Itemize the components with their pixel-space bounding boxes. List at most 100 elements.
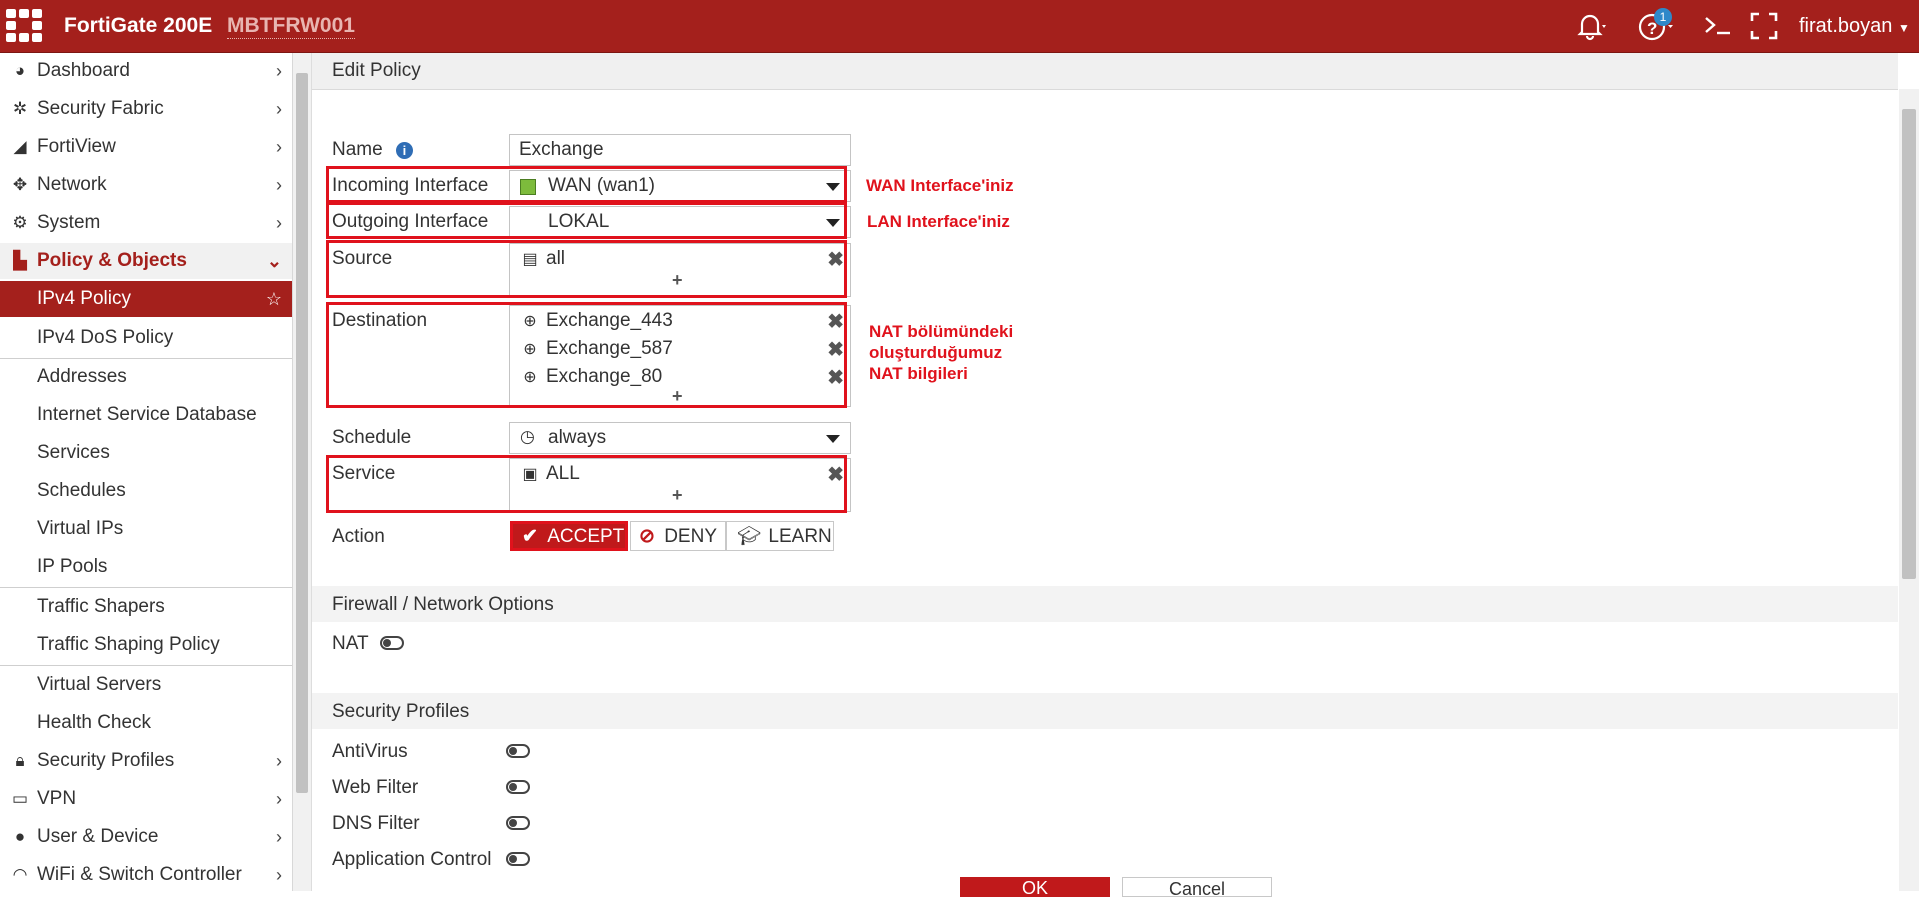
remove-icon[interactable]: ✖ (827, 247, 844, 272)
sidebar-item-services[interactable]: Services (0, 435, 292, 471)
sidebar-item-system[interactable]: ⚙ System › (0, 205, 292, 241)
accept-button[interactable]: ✔ ACCEPT (510, 521, 628, 551)
sidebar-item-ipv4-policy[interactable]: IPv4 Policy ☆ (0, 281, 292, 317)
list-item: ▤ all (520, 248, 565, 270)
sidebar-item-traffic-shaping-policy[interactable]: Traffic Shaping Policy (0, 627, 292, 663)
incoming-interface-select[interactable]: WAN (wan1) (509, 170, 851, 202)
gear-icon: ⚙ (12, 213, 28, 232)
sidebar-item-virtual-ips[interactable]: Virtual IPs (0, 511, 292, 547)
clock-icon: ◷ (520, 427, 535, 446)
deny-icon: ⊘ (639, 526, 655, 547)
service-icon: ▣ (522, 466, 538, 483)
lock-icon: 🔒︎ (15, 751, 25, 770)
sidebar-item-policy-objects[interactable]: ▙ Policy & Objects ⌄ (0, 243, 292, 279)
service-label: Service (332, 463, 396, 484)
sidebar-item-wifi-switch-controller[interactable]: ◠ WiFi & Switch Controller › (0, 857, 292, 891)
add-icon[interactable]: + (672, 270, 683, 291)
wifi-icon: ◠ (12, 865, 28, 884)
outgoing-interface-select[interactable]: LOKAL (509, 206, 851, 238)
interface-port-icon (520, 179, 536, 195)
name-label: Name i (332, 139, 413, 161)
ok-button[interactable]: OK (960, 877, 1110, 898)
bell-icon[interactable] (1574, 10, 1608, 42)
list-item: ⊕ Exchange_80 (520, 366, 662, 388)
dashboard-icon: ◕ (14, 61, 26, 80)
product-name: FortiGate 200E (64, 14, 213, 37)
sidebar-item-dashboard[interactable]: ◕ Dashboard › (0, 53, 292, 89)
learn-button[interactable]: 🎓︎ LEARN (726, 521, 834, 551)
destination-list[interactable]: ⊕ Exchange_443 ✖ ⊕ Exchange_587 ✖ ⊕ Exchang… (509, 305, 851, 407)
sidebar-nav: ◕ Dashboard › ✲ Security Fabric › ◢ FortiV… (0, 53, 293, 891)
laptop-icon: ▭ (11, 789, 29, 808)
fullscreen-icon[interactable] (1748, 10, 1780, 42)
source-label: Source (332, 248, 393, 269)
sidebar-item-network[interactable]: ✥ Network › (0, 167, 292, 203)
sidebar-item-fortiview[interactable]: ◢ FortiView › (0, 129, 292, 165)
sidebar-item-schedules[interactable]: Schedules (0, 473, 292, 509)
sidebar-item-vpn[interactable]: ▭ VPN › (0, 781, 292, 817)
add-icon[interactable]: + (672, 386, 683, 407)
service-list[interactable]: ▣ ALL ✖ + (509, 458, 851, 512)
cli-console-icon[interactable] (1702, 10, 1734, 42)
main-content: Edit Policy Name i Exchange Incoming Int… (312, 53, 1898, 891)
source-list[interactable]: ▤ all ✖ + (509, 243, 851, 297)
sidebar-item-health-check[interactable]: Health Check (0, 705, 292, 741)
remove-icon[interactable]: ✖ (827, 309, 844, 334)
page-title-bar: Edit Policy (312, 53, 1898, 90)
sidebar-item-traffic-shapers[interactable]: Traffic Shapers (0, 589, 292, 625)
web-filter-label: Web Filter (332, 777, 419, 798)
sidebar-item-security-fabric[interactable]: ✲ Security Fabric › (0, 91, 292, 127)
sidebar-item-ipv4-dos-policy[interactable]: IPv4 DoS Policy (0, 320, 292, 356)
annotation-nat-2: oluşturduğumuz (869, 343, 1003, 362)
hostname[interactable]: MBTFRW001 (227, 14, 355, 39)
policy-icon: ▙ (13, 251, 27, 270)
annotation-lan: LAN Interface'iniz (867, 212, 1010, 231)
add-icon[interactable]: + (672, 485, 683, 506)
user-icon: ● (14, 827, 26, 846)
annotation-nat-1: NAT bölümündeki (869, 322, 1014, 341)
address-icon: ▤ (522, 251, 538, 268)
schedule-select[interactable]: ◷ always (509, 422, 851, 454)
application-control-toggle[interactable] (506, 852, 530, 866)
remove-icon[interactable]: ✖ (827, 365, 844, 390)
nat-toggle[interactable] (380, 636, 404, 650)
deny-button[interactable]: ⊘ DENY (630, 521, 726, 551)
action-label: Action (332, 526, 385, 547)
firewall-network-options-header: Firewall / Network Options (312, 586, 1898, 622)
sidebar-scrollbar[interactable] (293, 53, 312, 891)
sidebar-item-internet-service-database[interactable]: Internet Service Database (0, 397, 292, 433)
sidebar-item-security-profiles[interactable]: 🔒︎ Security Profiles › (0, 743, 292, 779)
nat-label: NAT (332, 633, 369, 654)
divider (0, 587, 292, 588)
sidebar-item-user-device[interactable]: ● User & Device › (0, 819, 292, 855)
chevron-down-icon (826, 219, 840, 227)
security-profiles-header: Security Profiles (312, 693, 1898, 729)
dns-filter-toggle[interactable] (506, 816, 530, 830)
schedule-label: Schedule (332, 427, 412, 448)
graduation-cap-icon: 🎓︎ (737, 526, 762, 547)
star-icon[interactable]: ☆ (266, 281, 282, 317)
chevron-down-icon (826, 435, 840, 443)
list-item: ▣ ALL (520, 463, 579, 485)
security-fabric-icon: ✲ (12, 99, 28, 118)
user-menu[interactable]: firat.boyan ▼ (1799, 15, 1910, 38)
antivirus-toggle[interactable] (506, 744, 530, 758)
cancel-button[interactable]: Cancel (1122, 877, 1272, 899)
chevron-down-icon (826, 183, 840, 191)
sidebar-item-virtual-servers[interactable]: Virtual Servers (0, 667, 292, 703)
vip-icon: ⊕ (523, 341, 537, 358)
notification-badge: 1 (1654, 8, 1672, 26)
remove-icon[interactable]: ✖ (827, 337, 844, 362)
incoming-interface-label: Incoming Interface (332, 175, 489, 196)
sidebar-item-ip-pools[interactable]: IP Pools (0, 549, 292, 585)
remove-icon[interactable]: ✖ (827, 462, 844, 487)
top-header: FortiGate 200E MBTFRW001 ? 1 firat.boyan… (0, 0, 1919, 53)
web-filter-toggle[interactable] (506, 780, 530, 794)
sidebar-item-addresses[interactable]: Addresses (0, 359, 292, 395)
fortinet-logo-icon[interactable] (6, 9, 42, 43)
info-icon[interactable]: i (395, 142, 413, 159)
main-scrollbar[interactable] (1899, 89, 1919, 891)
vip-icon: ⊕ (523, 313, 537, 330)
name-input[interactable]: Exchange (509, 134, 851, 166)
vip-icon: ⊕ (523, 369, 537, 386)
